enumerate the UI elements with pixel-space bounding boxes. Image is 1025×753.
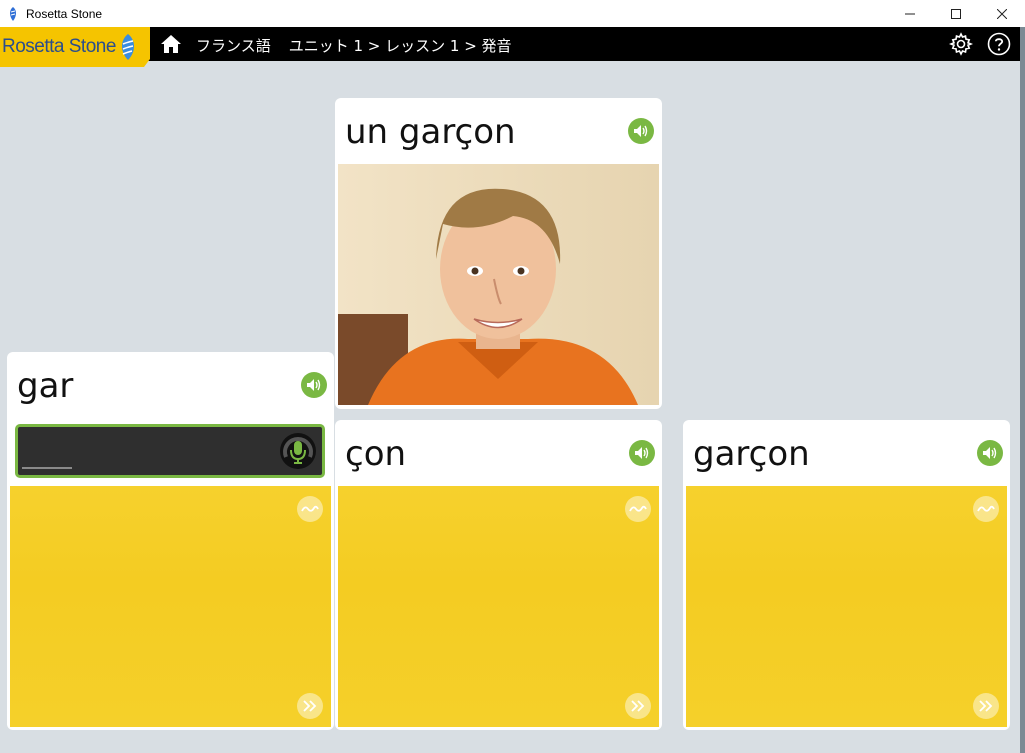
card-word: çon [345, 434, 407, 474]
gear-icon[interactable] [949, 32, 973, 56]
card-word: un garçon [345, 112, 516, 152]
waveform-button[interactable] [297, 496, 323, 522]
card-gar: gar [7, 352, 334, 730]
boy-photo [338, 164, 659, 405]
minimize-icon [905, 13, 915, 14]
logo-stone-icon [121, 34, 134, 60]
home-icon[interactable] [160, 33, 182, 55]
breadcrumb-path[interactable]: ユニット 1 > レッスン 1 > 発音 [289, 35, 512, 56]
speaker-button[interactable] [301, 372, 327, 398]
card-con: çon [335, 420, 662, 730]
card-main-word: un garçon [335, 98, 662, 409]
maximize-icon [951, 8, 961, 19]
minimize-button[interactable] [887, 0, 933, 27]
help-icon[interactable] [987, 32, 1011, 56]
rosetta-stone-logo[interactable]: Rosetta Stone [0, 27, 150, 67]
waveform-button[interactable] [625, 496, 651, 522]
speech-input-field[interactable] [15, 424, 325, 478]
fast-forward-icon [303, 700, 317, 712]
close-button[interactable] [979, 0, 1025, 27]
boy-illustration [338, 164, 659, 405]
fast-forward-button[interactable] [625, 693, 651, 719]
speaker-icon [634, 125, 648, 137]
yellow-feedback-panel [338, 486, 659, 727]
card-word: gar [17, 366, 74, 406]
fast-forward-icon [979, 700, 993, 712]
speaker-icon [307, 379, 321, 391]
waveform-icon [629, 505, 647, 512]
window-title: Rosetta Stone [26, 6, 103, 21]
speaker-icon [635, 447, 649, 459]
logo-text: Rosetta Stone [2, 36, 116, 57]
waveform-icon [977, 505, 995, 512]
yellow-feedback-panel [686, 486, 1007, 727]
fast-forward-icon [631, 700, 645, 712]
breadcrumb-course[interactable]: フランス語 [196, 35, 271, 56]
maximize-button[interactable] [933, 0, 979, 27]
window-edge-strip [1020, 27, 1025, 753]
card-garcon: garçon [683, 420, 1010, 730]
waveform-button[interactable] [973, 496, 999, 522]
speaker-button[interactable] [628, 118, 654, 144]
app-header: Rosetta Stone フランス語 ユニット 1 > レッスン 1 > 発音 [0, 27, 1025, 67]
window-title-bar: Rosetta Stone [0, 0, 1025, 27]
close-icon [997, 8, 1007, 19]
audio-level-bar [22, 467, 72, 469]
fast-forward-button[interactable] [973, 693, 999, 719]
speaker-button[interactable] [629, 440, 655, 466]
window-controls [887, 0, 1025, 27]
waveform-icon [301, 505, 319, 512]
speaker-icon [983, 447, 997, 459]
breadcrumb: フランス語 ユニット 1 > レッスン 1 > 発音 [196, 35, 512, 56]
microphone-icon [283, 437, 313, 464]
yellow-feedback-panel [10, 486, 331, 727]
microphone-button[interactable] [280, 433, 316, 469]
card-word: garçon [693, 434, 810, 474]
speaker-button[interactable] [977, 440, 1003, 466]
fast-forward-button[interactable] [297, 693, 323, 719]
rosetta-stone-app-icon [10, 6, 16, 21]
